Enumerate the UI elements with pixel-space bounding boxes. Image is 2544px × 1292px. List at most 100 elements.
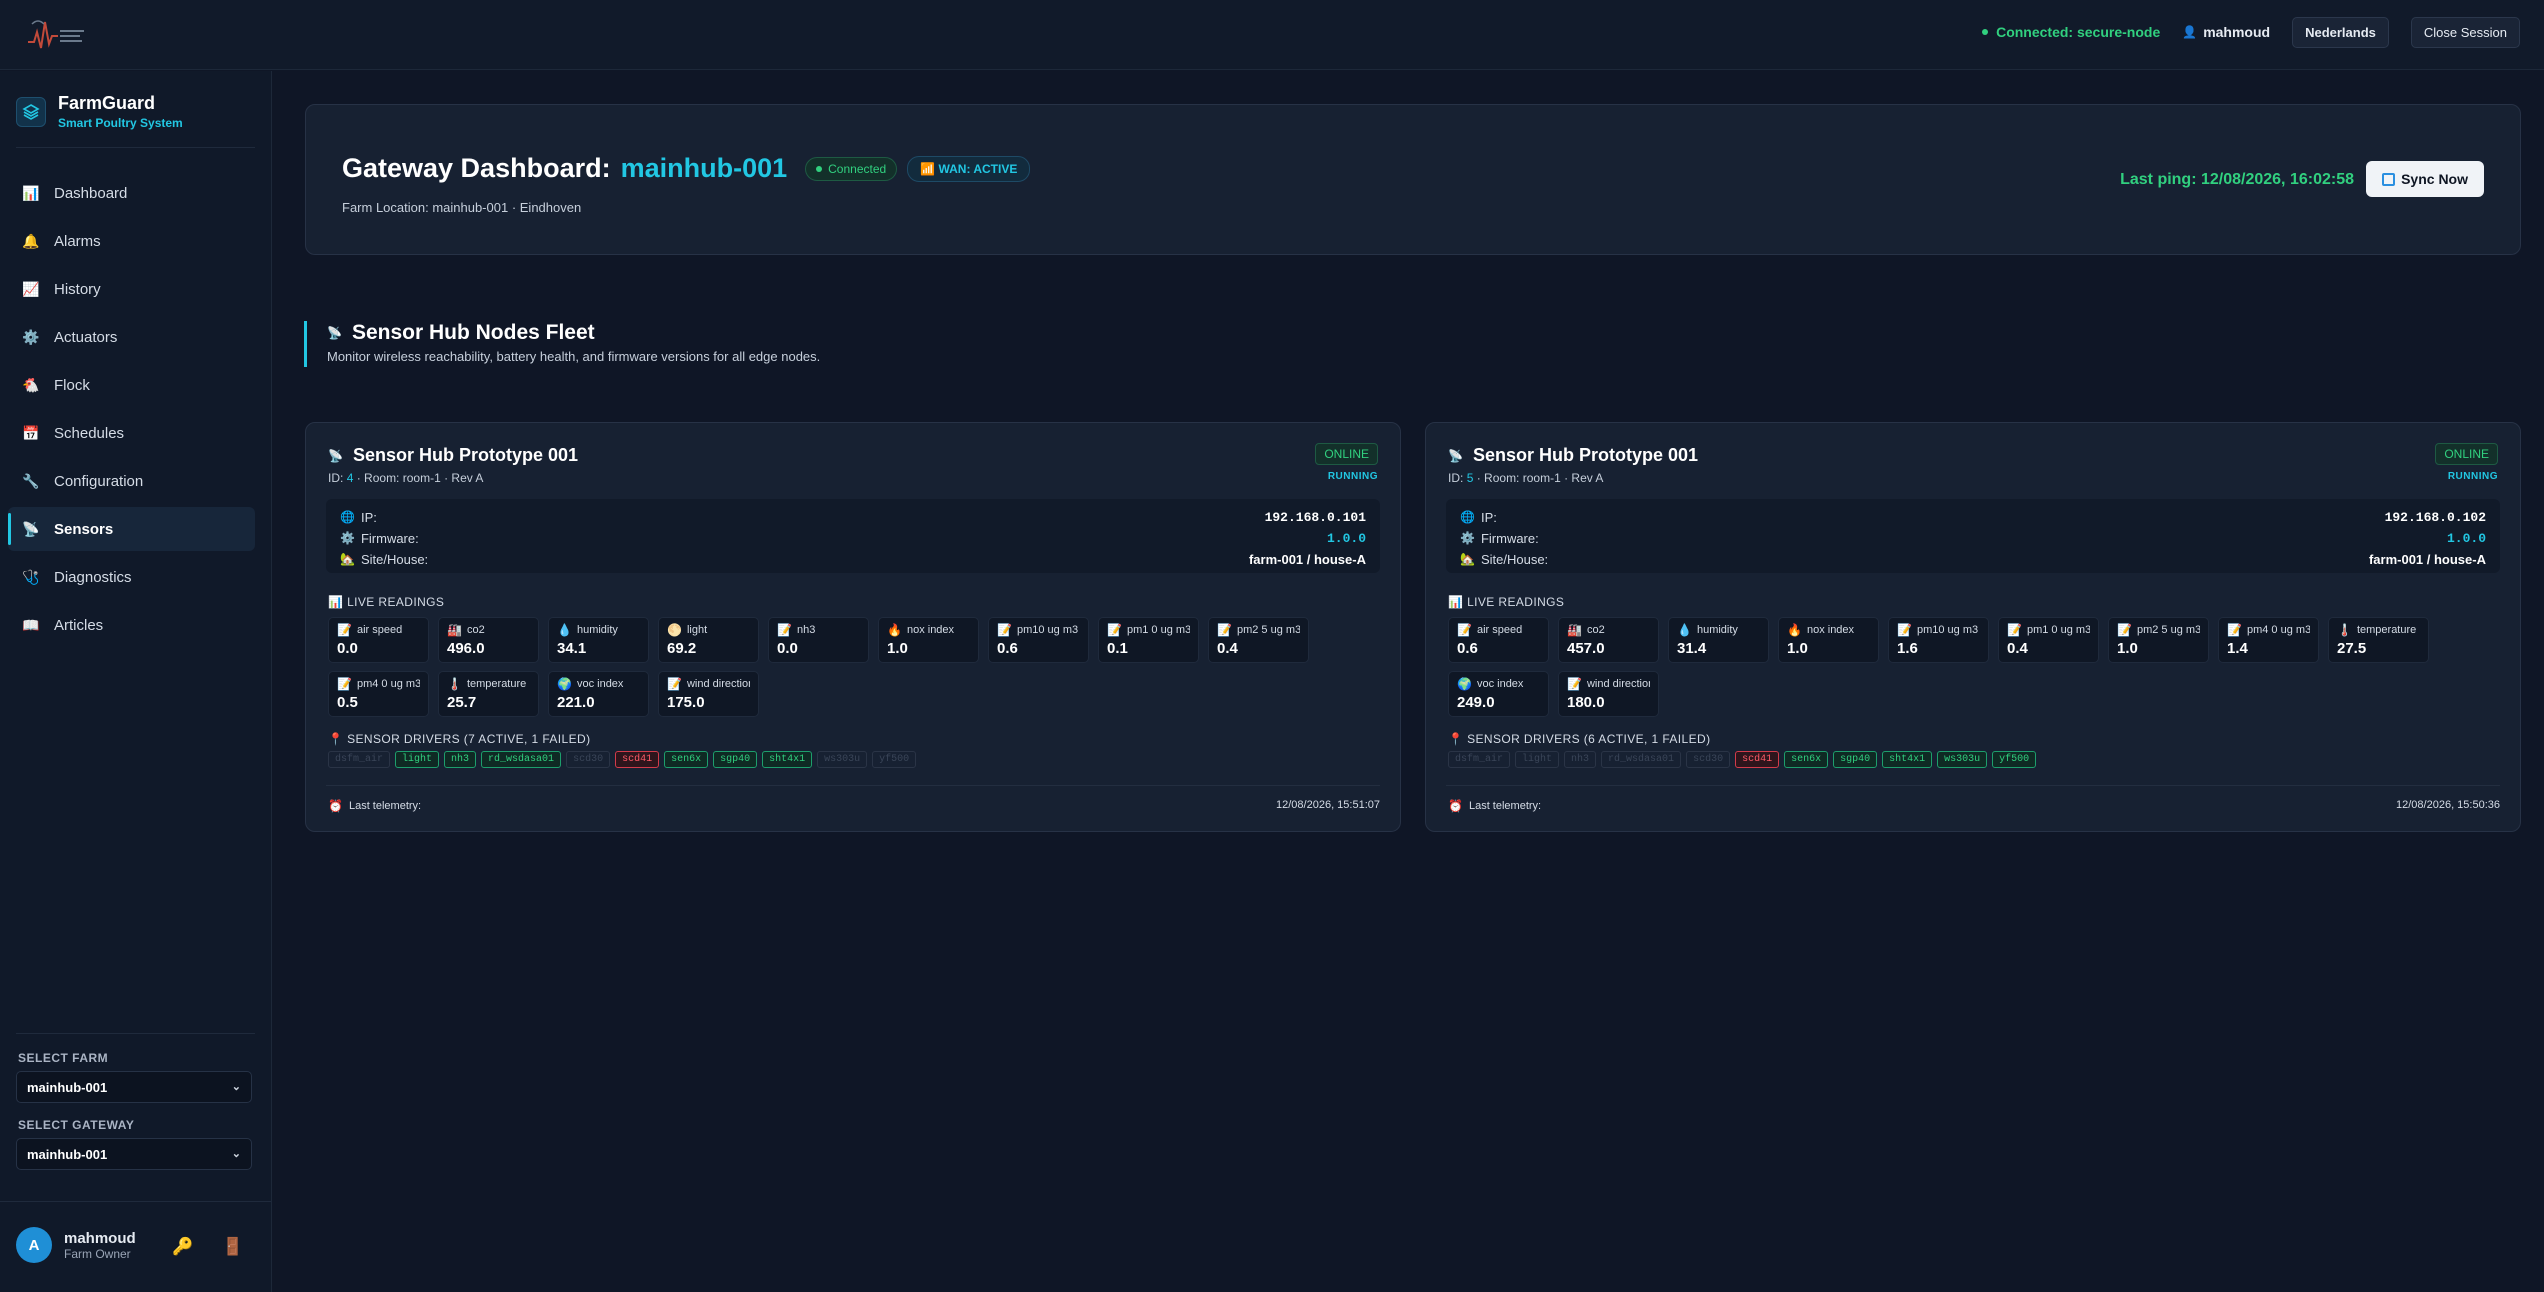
reading-icon: 🌕 xyxy=(667,623,682,637)
divider xyxy=(326,785,1380,786)
chart-icon: 📊 xyxy=(328,595,344,609)
reading-tile: 📝 air speed 0.0 xyxy=(328,617,429,663)
select-farm-label: SELECT FARM xyxy=(18,1051,109,1065)
clock-icon: ⏰ xyxy=(1448,799,1463,813)
satellite-icon: 📡 xyxy=(1448,448,1463,463)
reading-icon: 🌍 xyxy=(557,677,572,691)
user-role: Farm Owner xyxy=(64,1246,131,1261)
reading-icon: 📝 xyxy=(1217,623,1232,637)
firmware-row: ⚙️ Firmware: 1.0.0 xyxy=(1460,530,2486,546)
reading-icon: 📝 xyxy=(2117,623,2132,637)
sidebar-item-alarms[interactable]: 🔔 Alarms xyxy=(8,219,255,263)
book-icon: 📖 xyxy=(22,616,40,633)
drivers-list: dsfm_air light nh3 rd_wsdasa01 scd30 scd41 sen… xyxy=(328,751,917,768)
driver-badge: scd41 xyxy=(615,751,660,768)
language-button[interactable]: Nederlands xyxy=(2292,16,2389,48)
reading-icon: 🏭 xyxy=(1567,623,1582,637)
driver-badge: scd30 xyxy=(1686,751,1731,768)
drivers-label: 📍 SENSOR DRIVERS (7 ACTIVE, 1 FAILED) xyxy=(328,732,591,746)
node-info: 🌐 IP: 192.168.0.101 ⚙️ Firmware: 1.0.0 🏡 Si… xyxy=(326,499,1380,573)
sidebar-item-articles[interactable]: 📖 Articles xyxy=(8,603,255,647)
reading-icon: 💧 xyxy=(1677,623,1692,637)
driver-badge: sen6x xyxy=(664,751,709,768)
reading-icon: 📝 xyxy=(1107,623,1122,637)
status-dot-icon xyxy=(816,165,823,172)
gateway-header-card: Gateway Dashboard: mainhub-001 Connected… xyxy=(305,104,2521,255)
driver-badge: ws303u xyxy=(1937,751,1988,768)
pin-icon: 📍 xyxy=(328,732,344,746)
reading-tile: 🔥 nox index 1.0 xyxy=(878,617,979,663)
logout-door-icon[interactable]: 🚪 xyxy=(222,1237,243,1257)
gear-icon: ⚙️ xyxy=(340,531,355,545)
sidebar-item-sensors[interactable]: 📡 Sensors xyxy=(8,507,255,551)
telemetry-time: 12/08/2026, 15:51:07 xyxy=(1276,799,1380,811)
node-title: 📡 Sensor Hub Prototype 001 xyxy=(328,445,579,465)
sidebar: FarmGuard Smart Poultry System 📊 Dashboa… xyxy=(0,71,272,1292)
chart-icon: 📶 xyxy=(920,161,936,176)
reading-tile: 📝 wind direction 175.0 xyxy=(658,671,759,717)
sync-icon xyxy=(2382,172,2396,186)
calendar-icon: 📅 xyxy=(22,424,40,441)
sidebar-item-schedules[interactable]: 📅 Schedules xyxy=(8,411,255,455)
key-icon[interactable]: 🔑 xyxy=(172,1237,193,1257)
reading-icon: 📝 xyxy=(2007,623,2022,637)
reading-tile: 🏭 co2 457.0 xyxy=(1558,617,1659,663)
sidebar-item-configuration[interactable]: 🔧 Configuration xyxy=(8,459,255,503)
reading-icon: 🔥 xyxy=(1787,623,1802,637)
section-header: 📡 Sensor Hub Nodes Fleet Monitor wireles… xyxy=(304,321,820,367)
reading-tile: 💧 humidity 31.4 xyxy=(1668,617,1769,663)
sidebar-item-flock[interactable]: 🐔 Flock xyxy=(8,363,255,407)
driver-badge: sht4x1 xyxy=(1882,751,1933,768)
reading-tile: 📝 pm2 5 ug m3 0.4 xyxy=(1208,617,1309,663)
sidebar-item-actuators[interactable]: ⚙️ Actuators xyxy=(8,315,255,359)
node-meta: ID: 5 · Room: room-1 · Rev A xyxy=(1448,471,1604,485)
house-icon: 🏡 xyxy=(1460,552,1475,566)
brand-subtitle: Smart Poultry System xyxy=(58,116,183,130)
reading-icon: 📝 xyxy=(997,623,1012,637)
reading-icon: 📝 xyxy=(337,677,352,691)
farm-logo-icon[interactable] xyxy=(24,14,88,54)
sensor-node-card[interactable]: 📡 Sensor Hub Prototype 001 ID: 4 · Room:… xyxy=(305,422,1401,832)
node-meta: ID: 4 · Room: room-1 · Rev A xyxy=(328,471,484,485)
chart-line-icon: 📈 xyxy=(22,280,40,297)
divider xyxy=(16,1033,255,1034)
reading-tile: 🌍 voc index 221.0 xyxy=(548,671,649,717)
reading-tile: 🌡️ temperature 25.7 xyxy=(438,671,539,717)
reading-tile: 📝 pm10 ug m3 0.6 xyxy=(988,617,1089,663)
sync-now-button[interactable]: Sync Now xyxy=(2366,161,2484,197)
divider xyxy=(16,147,255,148)
globe-icon: 🌐 xyxy=(340,510,355,524)
reading-icon: 🌡️ xyxy=(2337,623,2352,637)
ip-row: 🌐 IP: 192.168.0.102 xyxy=(1460,509,2486,525)
driver-badge: dsfm_air xyxy=(1448,751,1511,768)
close-session-button[interactable]: Close Session xyxy=(2410,16,2520,48)
divider xyxy=(1446,785,2500,786)
sidebar-item-history[interactable]: 📈 History xyxy=(8,267,255,311)
sidebar-user[interactable]: A mahmoud Farm Owner xyxy=(16,1227,136,1263)
brand: FarmGuard Smart Poultry System xyxy=(16,93,183,130)
running-state: RUNNING xyxy=(1327,471,1378,482)
driver-badge: nh3 xyxy=(444,751,477,768)
reading-tile: 📝 air speed 0.6 xyxy=(1448,617,1549,663)
site-row: 🏡 Site/House: farm-001 / house-A xyxy=(1460,551,2486,567)
select-gateway-dropdown[interactable]: mainhub-001 ⌄ xyxy=(16,1138,252,1170)
sidebar-item-dashboard[interactable]: 📊 Dashboard xyxy=(8,171,255,215)
gear-icon: ⚙️ xyxy=(22,328,40,345)
clock-icon: ⏰ xyxy=(328,799,343,813)
current-user[interactable]: 👤 mahmoud xyxy=(2182,24,2270,40)
driver-badge: sen6x xyxy=(1784,751,1829,768)
section-subtitle: Monitor wireless reachability, battery h… xyxy=(327,349,821,364)
driver-badge: rd_wsdasa01 xyxy=(1601,751,1682,768)
reading-icon: 📝 xyxy=(667,677,682,691)
sensor-node-card[interactable]: 📡 Sensor Hub Prototype 001 ID: 5 · Room:… xyxy=(1425,422,2521,832)
node-info: 🌐 IP: 192.168.0.102 ⚙️ Firmware: 1.0.0 🏡 Si… xyxy=(1446,499,2500,573)
avatar: A xyxy=(16,1227,52,1263)
readings-grid: 📝 air speed 0.0 🏭 co2 496.0 💧 humidity 34.1… xyxy=(328,617,1388,717)
select-farm-dropdown[interactable]: mainhub-001 ⌄ xyxy=(16,1071,252,1103)
drivers-label: 📍 SENSOR DRIVERS (6 ACTIVE, 1 FAILED) xyxy=(1448,732,1711,746)
reading-tile: 🔥 nox index 1.0 xyxy=(1778,617,1879,663)
sidebar-item-diagnostics[interactable]: 🩺 Diagnostics xyxy=(8,555,255,599)
user-name: mahmoud xyxy=(64,1229,136,1247)
satellite-icon: 📡 xyxy=(328,448,343,463)
driver-badge: sht4x1 xyxy=(762,751,813,768)
